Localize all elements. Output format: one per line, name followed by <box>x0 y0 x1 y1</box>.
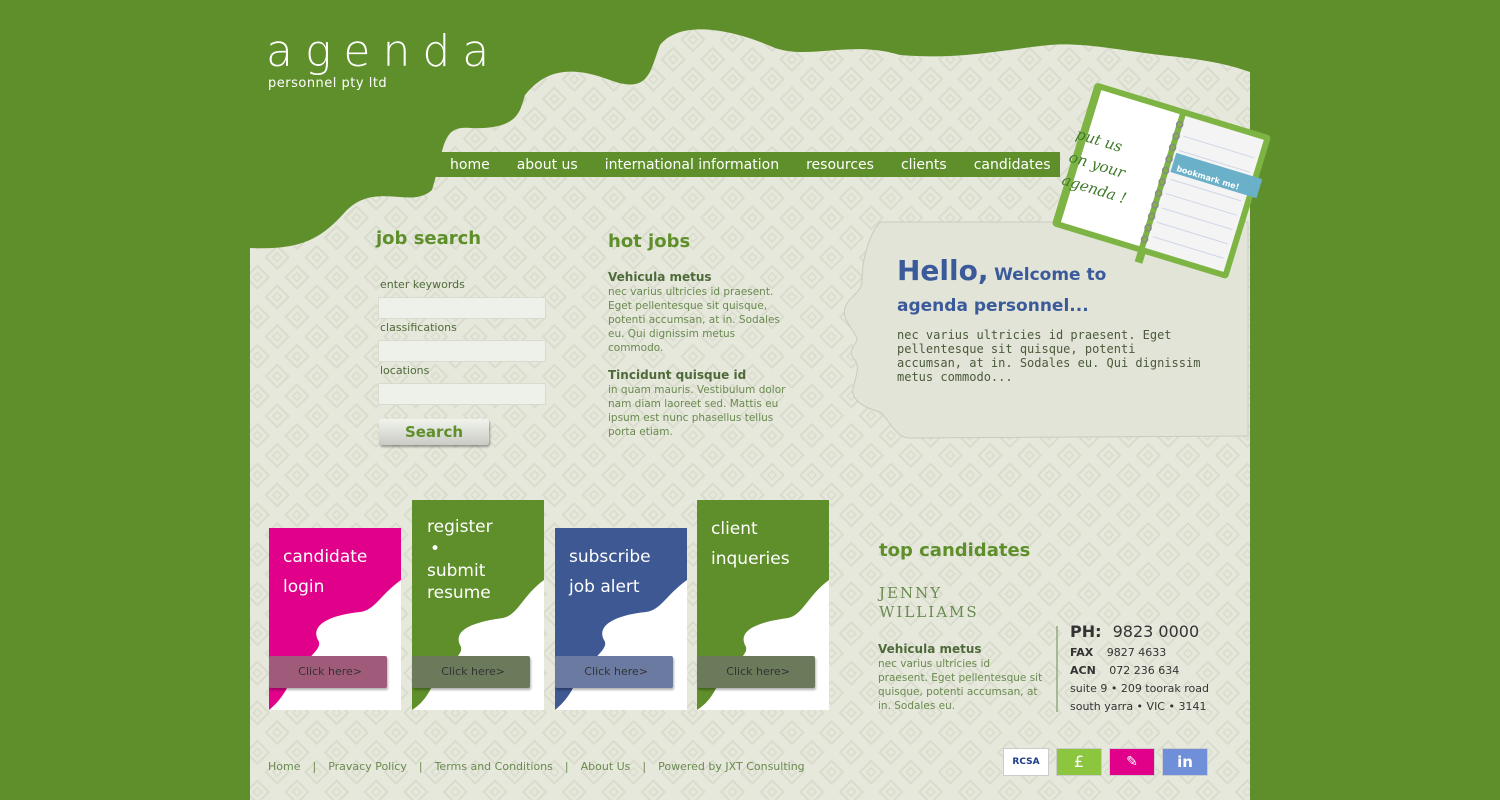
nav-resources[interactable]: resources <box>806 157 874 173</box>
footer-link-terms[interactable]: Terms and Conditions <box>435 760 553 773</box>
nav-about-us[interactable]: about us <box>517 157 578 173</box>
card-line: register <box>427 517 493 537</box>
classifications-field[interactable] <box>378 340 546 362</box>
top-candidates-title: top candidates <box>879 540 1031 561</box>
nav-international-information[interactable]: international information <box>605 157 779 173</box>
address-line-2: south yarra • VIC • 3141 <box>1070 700 1207 713</box>
acn-label: ACN <box>1070 664 1096 677</box>
candidate-login-button[interactable]: Click here> <box>269 656 387 688</box>
nav-candidates[interactable]: candidates <box>974 157 1051 173</box>
search-button[interactable]: Search <box>379 419 489 445</box>
pen-icon[interactable]: ✎ <box>1109 748 1155 776</box>
hot-job-desc: nec varius ultricies id praesent. Eget p… <box>608 286 780 354</box>
brand-tagline: personnel pty ltd <box>268 76 388 91</box>
welcome-to-text: Welcome to <box>994 265 1107 285</box>
fax-line: FAX 9827 4633 <box>1070 646 1166 659</box>
card-line: login <box>283 577 325 597</box>
card-line: client <box>711 519 758 539</box>
phone-label: PH: <box>1070 622 1102 641</box>
client-inqueries-button[interactable]: Click here> <box>697 656 815 688</box>
keywords-label: enter keywords <box>380 278 465 291</box>
candidate-login-card[interactable]: candidate login <box>283 542 367 602</box>
footer-link-privacy[interactable]: Pravacy Policy <box>328 760 407 773</box>
candidate-name[interactable]: JENNY WILLIAMS <box>879 584 979 622</box>
pound-icon[interactable]: £ <box>1056 748 1102 776</box>
subscribe-job-alert-card[interactable]: subscribe job alert <box>569 542 651 602</box>
footer-separator: | <box>564 760 569 773</box>
locations-field[interactable] <box>378 383 546 405</box>
footer-links: Home | Pravacy Policy | Terms and Conditions… <box>268 760 805 773</box>
footer-separator: | <box>312 760 317 773</box>
fax-label: FAX <box>1070 646 1094 659</box>
register-button[interactable]: Click here> <box>412 656 530 688</box>
locations-label: locations <box>380 364 430 377</box>
hot-job-desc: in quam mauris. Vestibulum dolor nam dia… <box>608 384 786 438</box>
phone-number: 9823 0000 <box>1112 622 1200 641</box>
hello-text: Hello, <box>897 254 989 287</box>
footer-link-about[interactable]: About Us <box>581 760 631 773</box>
brand-logo[interactable]: agenda <box>266 30 501 74</box>
job-search-title: job search <box>376 228 482 249</box>
card-line: inqueries <box>711 549 790 569</box>
card-line: job alert <box>569 577 640 597</box>
card-line: subscribe <box>569 547 651 567</box>
subscribe-button[interactable]: Click here> <box>555 656 673 688</box>
fax-number: 9827 4633 <box>1106 646 1167 659</box>
card-line: submit <box>427 561 486 581</box>
footer-link-home[interactable]: Home <box>268 760 300 773</box>
hot-job-title[interactable]: Tincidunt quisque id <box>608 368 746 382</box>
footer-separator: | <box>642 760 647 773</box>
card-line: resume <box>427 583 491 603</box>
candidate-desc: nec varius ultricies id praesent. Eget p… <box>878 658 1043 712</box>
acn-line: ACN 072 236 634 <box>1070 664 1179 677</box>
address-line-1: suite 9 • 209 toorak road <box>1070 682 1209 695</box>
footer-separator: | <box>418 760 423 773</box>
welcome-heading: Hello, Welcome to <box>897 254 1106 287</box>
nav-clients[interactable]: clients <box>901 157 947 173</box>
main-nav: home about us international information … <box>436 152 1060 177</box>
register-resume-card[interactable]: register • submit resume <box>427 516 493 604</box>
card-line: • <box>430 539 441 559</box>
phone-line: PH: 9823 0000 <box>1070 622 1199 641</box>
hot-job-title[interactable]: Vehicula metus <box>608 270 712 284</box>
client-inqueries-card[interactable]: client inqueries <box>711 514 790 574</box>
linkedin-icon[interactable]: in <box>1162 748 1208 776</box>
welcome-body: nec varius ultricies id praesent. Eget p… <box>897 328 1201 384</box>
keywords-input[interactable] <box>378 297 546 319</box>
partner-badges: RCSA £ ✎ in <box>1003 748 1208 776</box>
footer-link-jxt[interactable]: Powered by JXT Consulting <box>658 760 805 773</box>
candidate-job-title: Vehicula metus <box>878 642 982 656</box>
classifications-label: classifications <box>380 321 457 334</box>
rcsa-badge[interactable]: RCSA <box>1003 748 1049 776</box>
nav-home[interactable]: home <box>450 157 490 173</box>
card-line: candidate <box>283 547 368 567</box>
acn-number: 072 236 634 <box>1109 664 1180 677</box>
hot-jobs-title: hot jobs <box>608 231 691 252</box>
welcome-company: agenda personnel... <box>897 296 1089 316</box>
